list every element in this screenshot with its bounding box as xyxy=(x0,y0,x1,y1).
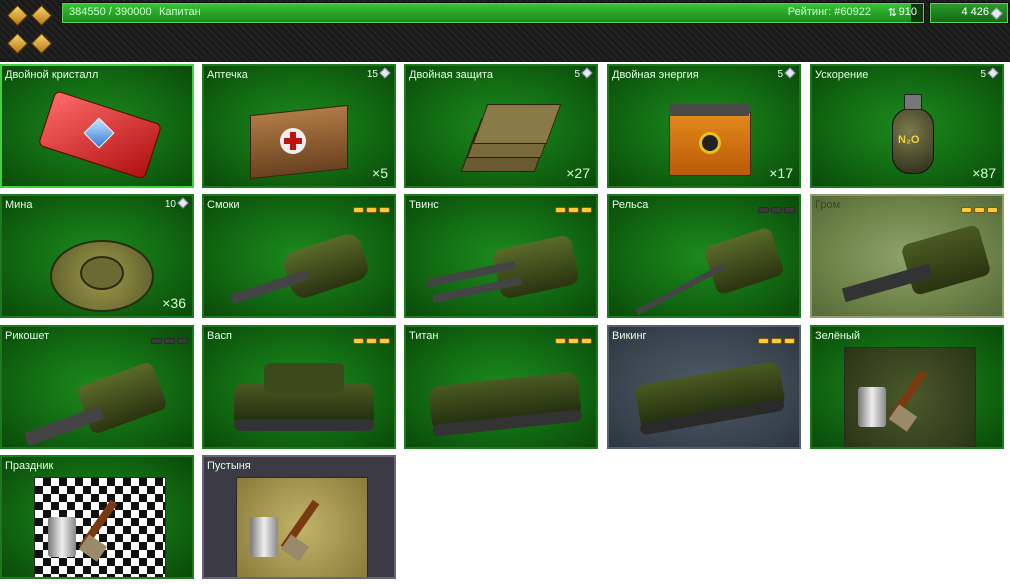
item-name: Двойная защита xyxy=(409,69,494,81)
garage-item-railgun[interactable]: Рельса xyxy=(607,194,801,318)
experience-bar: 384550 / 390000 Капитан Рейтинг: #60922 … xyxy=(62,3,924,23)
item-name: Аптечка xyxy=(207,69,248,81)
item-price: 5 xyxy=(777,69,783,80)
crystal-icon xyxy=(379,67,391,79)
rating-label: Рейтинг: #60922 xyxy=(787,6,871,18)
armor-plates-icon xyxy=(426,82,580,182)
item-name: Двойная энергия xyxy=(612,69,699,81)
mine-icon xyxy=(22,212,176,312)
garage-item-viking[interactable]: Викинг xyxy=(607,325,801,449)
crystal-icon xyxy=(987,67,999,79)
rating-change: 910 xyxy=(898,6,917,18)
crystal-icon xyxy=(784,67,796,79)
item-quantity: ×27 xyxy=(566,165,590,181)
rank-name: Капитан xyxy=(159,6,201,18)
garage-item-paint-holiday[interactable]: Праздник xyxy=(0,455,194,579)
item-price: 5 xyxy=(574,69,580,80)
item-name: Двойной кристалл xyxy=(5,69,99,81)
item-name: Гром xyxy=(815,199,841,211)
paint-can-icon xyxy=(858,387,886,427)
item-name: Васп xyxy=(207,330,232,342)
experience-text: 384550 / 390000 xyxy=(69,6,152,18)
item-name: Ускорение xyxy=(815,69,869,81)
item-quantity: ×5 xyxy=(372,165,388,181)
item-name: Праздник xyxy=(5,460,54,472)
crystal-icon xyxy=(581,67,593,79)
rating-change-icon: ⇅ xyxy=(887,7,897,19)
item-name: Пустыня xyxy=(207,460,251,472)
item-name: Смоки xyxy=(207,199,240,211)
garage-item-speed-boost[interactable]: Ускорение 5 N₂O ×87 xyxy=(810,64,1004,188)
smoky-turret-icon xyxy=(224,212,378,312)
twins-turret-icon xyxy=(426,212,581,312)
item-quantity: ×36 xyxy=(162,295,186,311)
first-aid-box-icon xyxy=(224,82,378,182)
nitro-canister-icon: N₂O xyxy=(832,82,986,182)
item-name: Викинг xyxy=(612,330,647,342)
item-quantity: ×17 xyxy=(769,165,793,181)
garage-item-wasp[interactable]: Васп xyxy=(202,325,396,449)
item-price: 15 xyxy=(366,69,378,80)
garage-item-double-armor[interactable]: Двойная защита 5 ×27 xyxy=(404,64,598,188)
garage-item-titan[interactable]: Титан xyxy=(404,325,598,449)
paint-can-icon xyxy=(250,517,278,557)
garage-item-smoky[interactable]: Смоки xyxy=(202,194,396,318)
viking-hull-icon xyxy=(629,343,786,443)
garage-item-ricochet[interactable]: Рикошет xyxy=(0,325,194,449)
garage-item-mine[interactable]: Мина 10 ×36 xyxy=(0,194,194,318)
ricochet-turret-icon xyxy=(22,343,176,447)
thunder-turret-icon xyxy=(832,212,992,312)
wasp-hull-icon xyxy=(224,343,378,443)
garage-item-paint-green[interactable]: Зелёный xyxy=(810,325,1004,449)
item-name: Мина xyxy=(5,199,33,211)
item-name: Твинс xyxy=(409,199,439,211)
garage-item-double-crystal[interactable]: Двойной кристалл xyxy=(0,64,194,188)
item-name: Зелёный xyxy=(815,330,861,342)
battery-icon xyxy=(629,82,783,182)
garage-item-double-damage[interactable]: Двойная энергия 5 ×17 xyxy=(607,64,801,188)
item-name: Титан xyxy=(409,330,439,342)
item-quantity: ×87 xyxy=(972,165,996,181)
crystal-balance: 4 426 xyxy=(930,3,1008,23)
rank-insignia-icon xyxy=(6,4,54,60)
item-name: Рельса xyxy=(612,199,649,211)
item-price: 5 xyxy=(980,69,986,80)
item-price: 10 xyxy=(164,199,176,210)
garage-item-repair-kit[interactable]: Аптечка 15 ×5 xyxy=(202,64,396,188)
garage-item-thunder[interactable]: Гром xyxy=(810,194,1004,318)
paint-can-icon xyxy=(48,517,76,557)
red-card-icon xyxy=(22,82,176,182)
garage-item-paint-desert[interactable]: Пустыня xyxy=(202,455,396,579)
railgun-turret-icon xyxy=(629,212,786,316)
crystal-icon xyxy=(177,197,189,209)
crystal-count: 4 426 xyxy=(961,6,989,18)
top-bar: 384550 / 390000 Капитан Рейтинг: #60922 … xyxy=(0,0,1010,62)
garage-item-twins[interactable]: Твинс xyxy=(404,194,598,318)
crystal-icon xyxy=(990,7,1003,20)
titan-hull-icon xyxy=(426,343,583,443)
item-name: Рикошет xyxy=(5,330,50,342)
